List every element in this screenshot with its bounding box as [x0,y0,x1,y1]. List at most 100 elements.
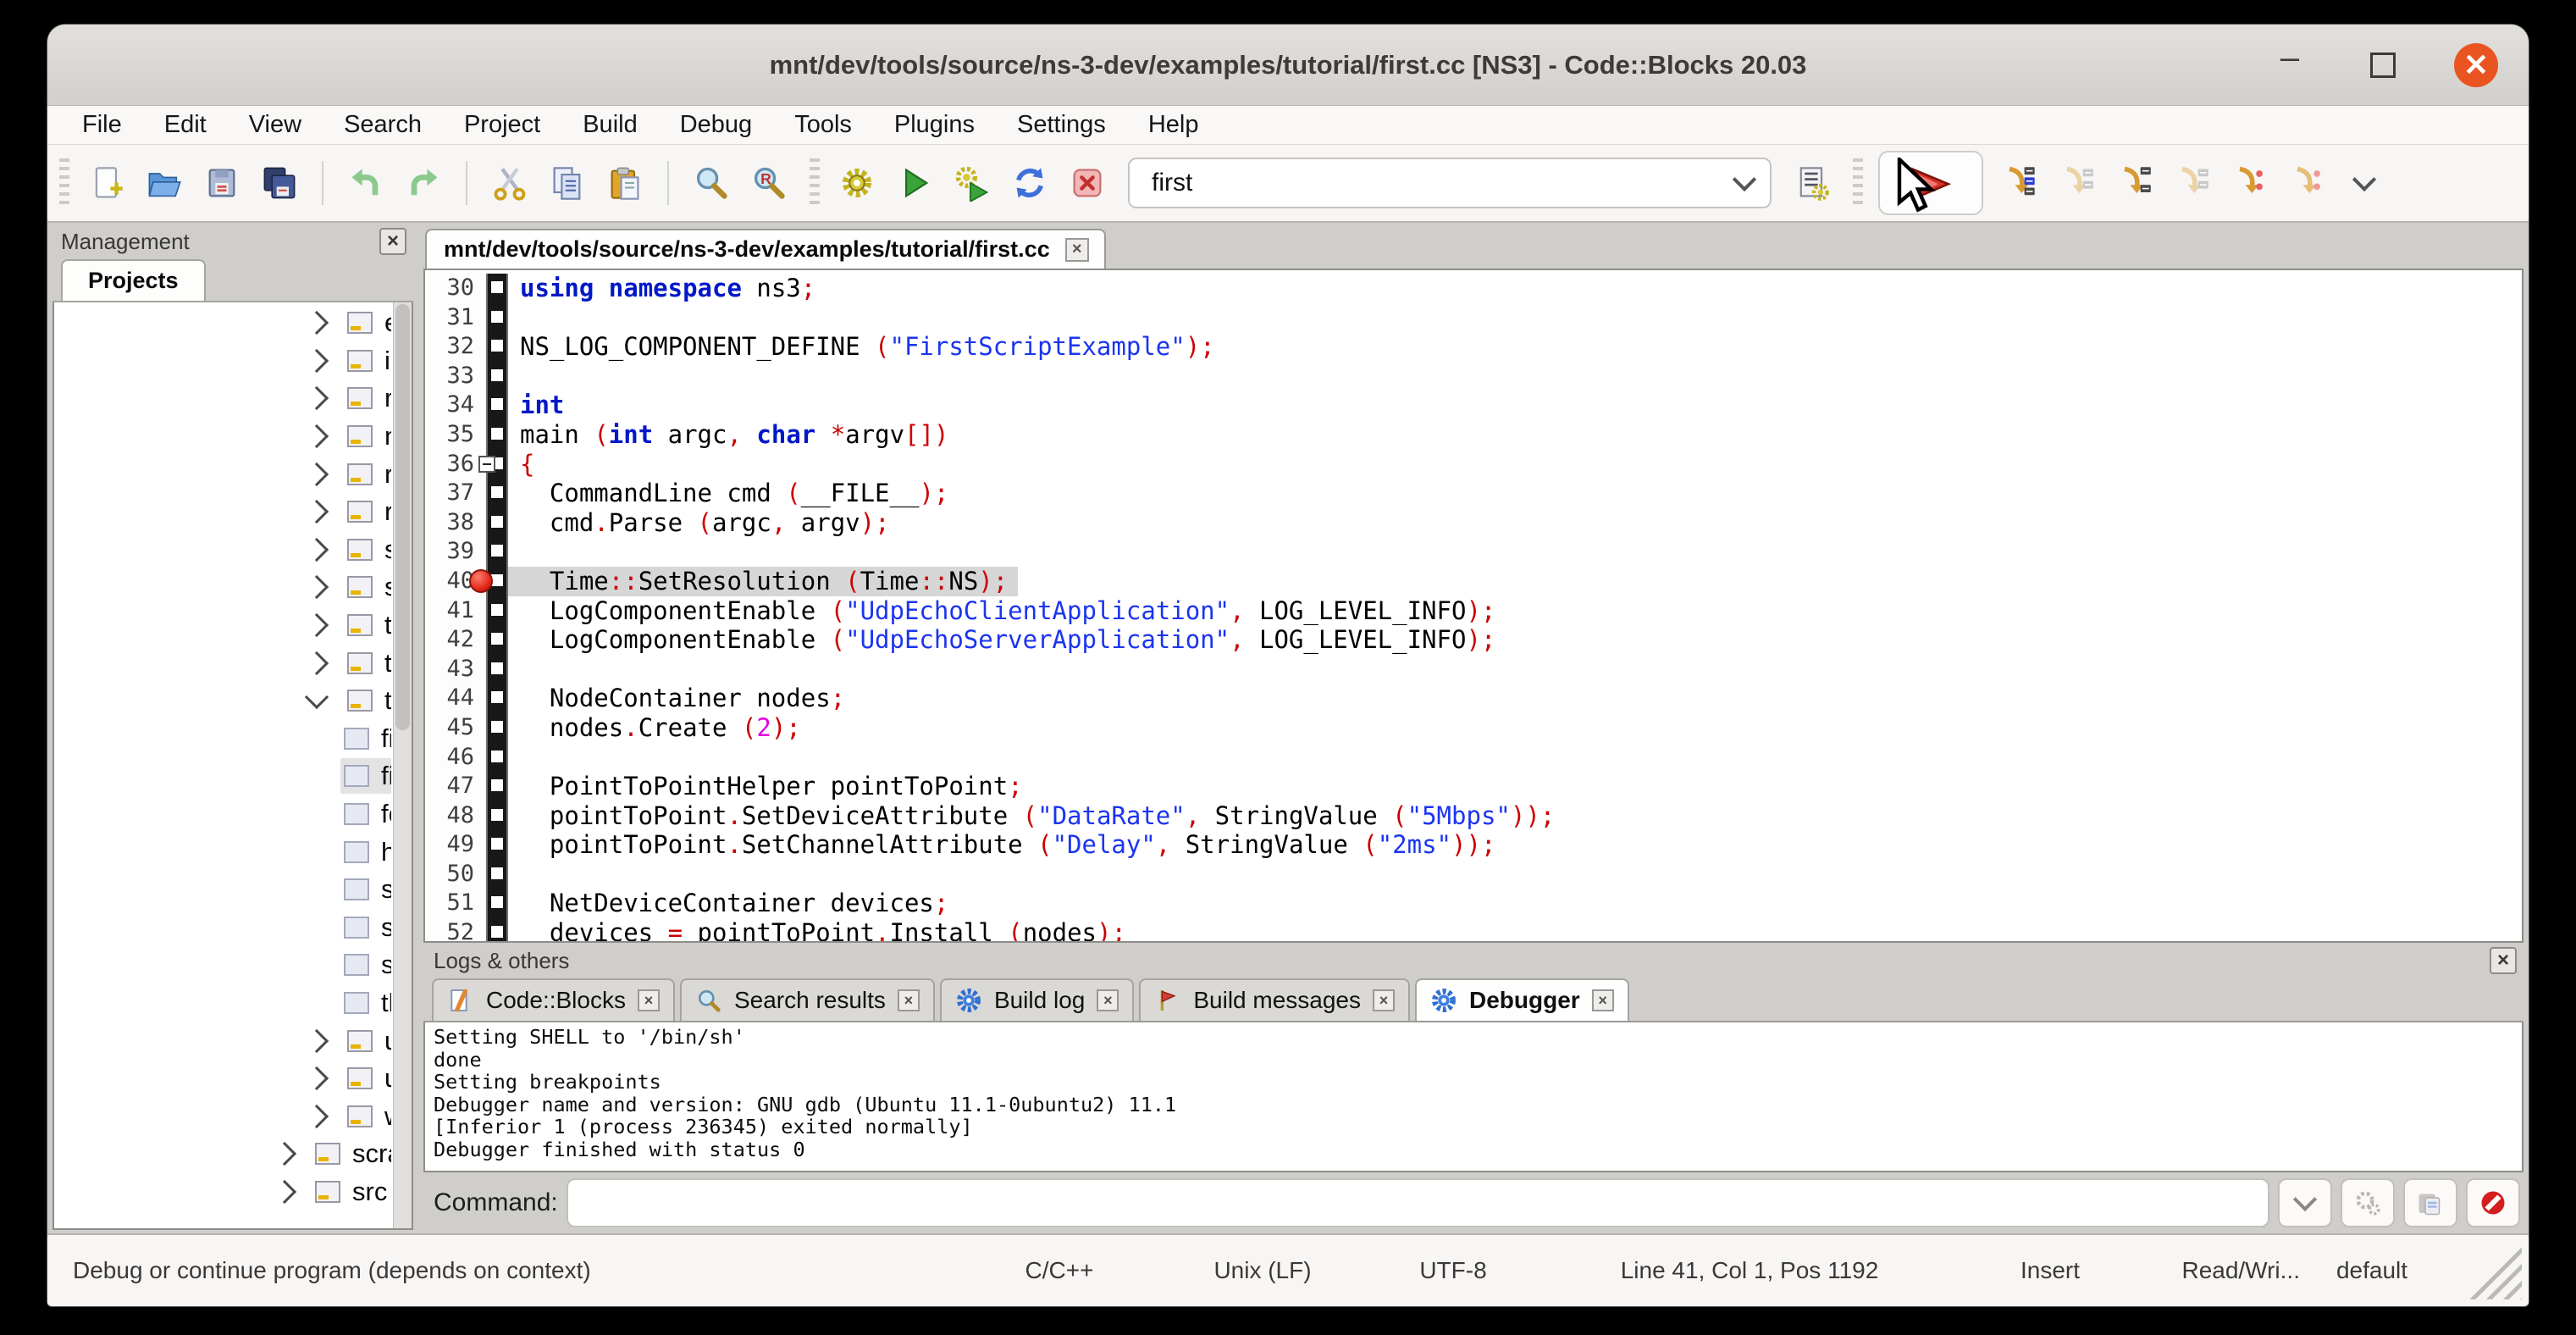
step-out-button[interactable] [2167,156,2216,210]
code-line-36[interactable]: 36{ [425,450,2522,479]
code-line-30[interactable]: 30using namespace ns3; [425,274,2522,303]
line-number[interactable]: 47 [425,772,486,801]
close-icon[interactable]: ✕ [2454,43,2498,87]
line-number[interactable]: 34 [425,391,486,420]
log-tab-close-icon[interactable]: × [1373,989,1395,1011]
tree-item-ipv6[interactable]: ipv6 [54,342,391,380]
tree-item-rout[interactable]: rout [54,493,391,531]
tree-item-scratcl[interactable]: scratcl [54,1135,391,1173]
tree-item-src[interactable]: src [54,1173,391,1211]
line-number[interactable]: 48 [425,801,486,831]
log-tab-build-messages[interactable]: Build messages× [1139,978,1410,1021]
line-number[interactable]: 32 [425,332,486,362]
log-tab-code-blocks[interactable]: Code::Blocks× [432,978,675,1021]
chevron-collapsed-icon[interactable] [305,613,329,637]
line-number[interactable]: 40 [425,567,486,596]
tree-item-fir[interactable]: fir [54,757,391,795]
menu-item-build[interactable]: Build [561,111,659,139]
code-line-43[interactable]: 43 [425,655,2522,684]
chevron-collapsed-icon[interactable] [305,386,329,410]
build-and-run-button[interactable] [948,156,997,210]
run-button[interactable] [890,156,939,210]
logs-close-icon[interactable]: × [2490,947,2517,974]
command-history-chevron[interactable] [2278,1178,2332,1227]
tree-item-he[interactable]: he [54,833,391,871]
new-file-button[interactable] [82,156,131,210]
code-line-46[interactable]: 46 [425,743,2522,773]
paste-button[interactable] [600,156,650,210]
chevron-collapsed-icon[interactable] [273,1142,296,1166]
maximize-icon[interactable] [2361,43,2405,87]
menu-item-help[interactable]: Help [1127,111,1220,139]
tree-item-reall[interactable]: reall [54,455,391,493]
line-number[interactable]: 33 [425,362,486,391]
code-line-49[interactable]: 49 pointToPoint.SetChannelAttribute ("De… [425,830,2522,860]
code-line-48[interactable]: 48 pointToPoint.SetDeviceAttribute ("Dat… [425,801,2522,831]
menu-item-tools[interactable]: Tools [773,111,873,139]
save-all-button[interactable] [255,156,304,210]
tree-item-se[interactable]: se [54,871,391,909]
tree-item-sock[interactable]: sock [54,531,391,569]
replace-button[interactable]: R [744,156,793,210]
chevron-collapsed-icon[interactable] [305,349,329,373]
management-close-icon[interactable]: × [379,228,406,255]
line-number[interactable]: 41 [425,596,486,626]
tree-item-udp[interactable]: udp [54,1022,391,1060]
line-number[interactable]: 30 [425,274,486,303]
chevron-collapsed-icon[interactable] [305,575,329,599]
cut-button[interactable] [485,156,534,210]
minimize-icon[interactable]: – [2268,43,2312,87]
chevron-down-icon[interactable] [1733,168,1756,191]
open-file-button[interactable] [140,156,189,210]
toolbar-grip[interactable] [1853,158,1863,208]
code-editor[interactable]: 30using namespace ns3;3132NS_LOG_COMPONE… [423,269,2523,943]
panel-splitter[interactable] [413,223,423,1233]
run-to-cursor-button[interactable] [1994,156,2043,210]
editor-tab-close-icon[interactable]: × [1065,238,1089,262]
copy-button[interactable] [543,156,592,210]
line-number[interactable]: 51 [425,889,486,918]
log-tab-close-icon[interactable]: × [638,989,660,1011]
log-tab-debugger[interactable]: Debugger× [1415,978,1629,1021]
undo-button[interactable] [341,156,390,210]
chevron-collapsed-icon[interactable] [305,311,329,335]
menu-item-debug[interactable]: Debug [659,111,773,139]
chevron-collapsed-icon[interactable] [273,1180,296,1204]
menu-item-edit[interactable]: Edit [143,111,228,139]
fold-minus-icon[interactable] [478,456,495,473]
build-options-button[interactable] [1788,156,1837,210]
chevron-collapsed-icon[interactable] [305,424,329,448]
toolbar-grip[interactable] [59,158,69,208]
code-line-35[interactable]: 35main (int argc, char *argv[]) [425,420,2522,450]
code-line-40[interactable]: 40 Time::SetResolution (Time::NS); [425,567,2522,596]
line-number[interactable]: 35 [425,420,486,450]
line-number[interactable]: 31 [425,303,486,333]
tab-projects[interactable]: Projects [61,259,206,301]
step-into-button[interactable] [2109,156,2159,210]
line-number[interactable]: 44 [425,684,486,713]
rebuild-button[interactable] [1005,156,1054,210]
tree-item-six[interactable]: six [54,946,391,984]
code-line-33[interactable]: 33 [425,362,2522,391]
tree-item-stat[interactable]: stat [54,568,391,607]
line-number[interactable]: 45 [425,713,486,743]
debugger-output[interactable]: Setting SHELL to '/bin/sh'doneSetting br… [423,1022,2523,1172]
editor-tab-first-cc[interactable]: mnt/dev/tools/source/ns-3-dev/examples/t… [425,229,1106,269]
code-line-44[interactable]: 44 NodeContainer nodes; [425,684,2522,713]
log-tab-search-results[interactable]: Search results× [680,978,935,1021]
line-number[interactable]: 43 [425,655,486,684]
chevron-expanded-icon[interactable] [305,685,329,709]
code-line-39[interactable]: 39 [425,537,2522,567]
line-number[interactable]: 39 [425,537,486,567]
redo-button[interactable] [399,156,448,210]
debug-toolbar-chevron[interactable] [2340,156,2389,210]
line-number[interactable]: 42 [425,625,486,655]
tree-item-mat[interactable]: mat [54,379,391,418]
step-into-instruction-button[interactable] [2282,156,2331,210]
tree-item-fif[interactable]: fif [54,720,391,758]
tree-item-th[interactable]: th [54,984,391,1022]
chevron-collapsed-icon[interactable] [305,651,329,674]
debug-continue-button[interactable] [1878,151,1983,215]
tree-item-tuto[interactable]: tuto [54,682,391,720]
code-line-31[interactable]: 31 [425,303,2522,333]
